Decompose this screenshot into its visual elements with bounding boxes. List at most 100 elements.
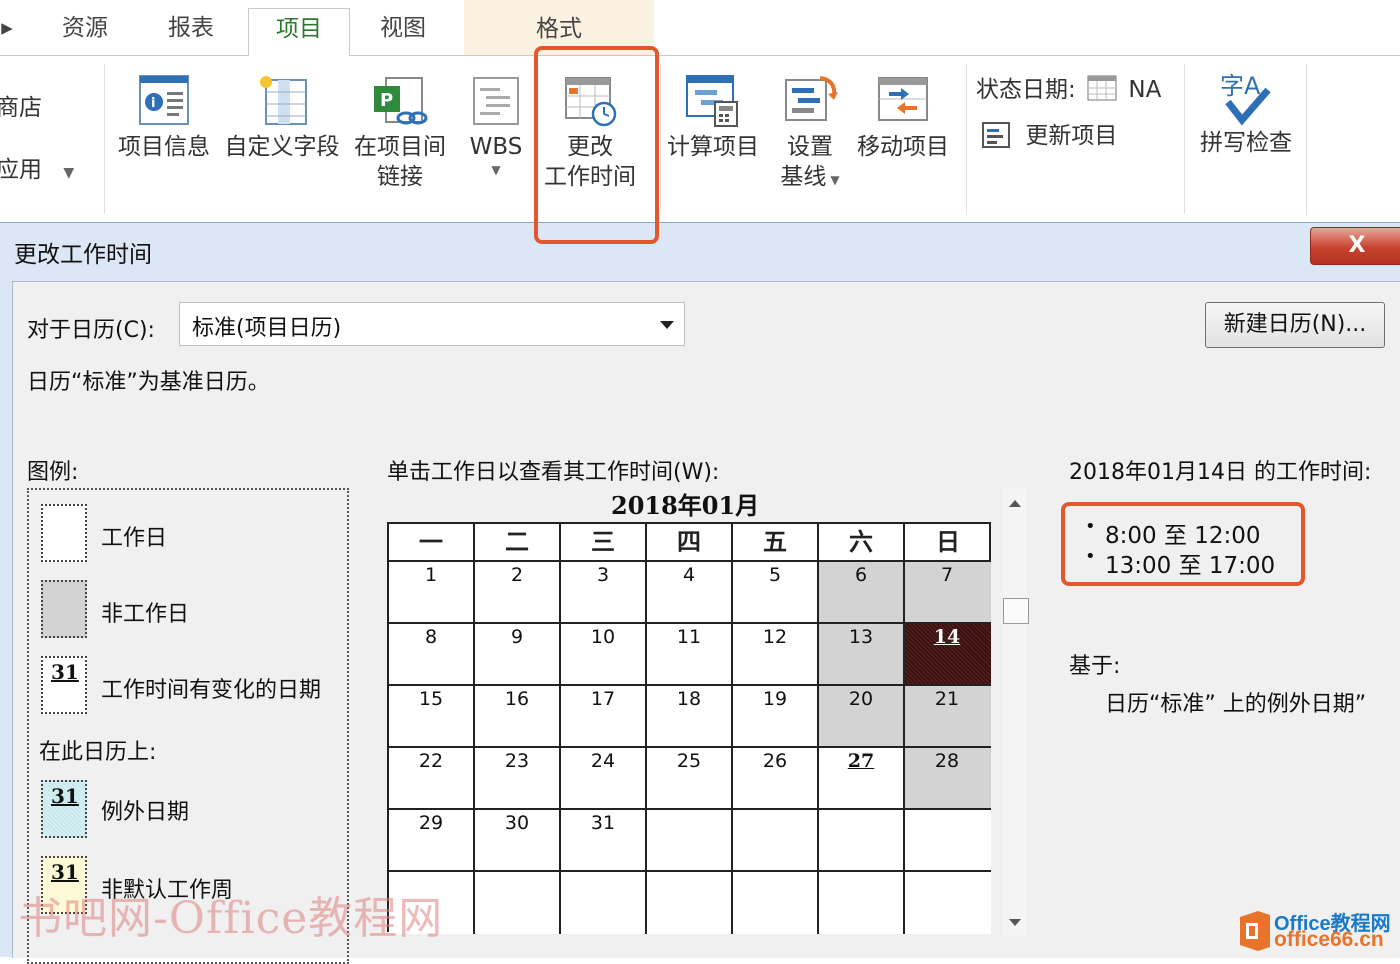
calendar-day-cell[interactable]: 21 <box>905 686 991 748</box>
calendar-day-cell[interactable]: 13 <box>819 624 905 686</box>
based-on-value: 日历“标准” 上的例外日期” <box>1105 692 1367 717</box>
day-number: 2 <box>510 564 524 586</box>
day-number: 6 <box>854 564 868 586</box>
calendar-day-cell[interactable]: 17 <box>561 686 647 748</box>
tab-resource[interactable]: 资源 <box>40 8 130 54</box>
calendar-day-cell[interactable]: 27 <box>819 748 905 810</box>
tab-project[interactable]: 项目 <box>248 8 350 57</box>
calendar-empty-cell <box>733 810 819 872</box>
calendar-day-cell[interactable]: 29 <box>389 810 475 872</box>
spelling-button[interactable]: 字A 拼写检查 <box>1194 68 1298 158</box>
ribbon-tab-bar: ▸ 资源 报表 项目 视图 格式 <box>0 0 1400 57</box>
wbs-label: WBS <box>469 134 523 160</box>
custom-fields-button[interactable]: 自定义字段 <box>220 72 344 162</box>
scroll-down-icon[interactable] <box>1009 919 1021 926</box>
sample-day-number: 31 <box>51 660 79 684</box>
day-number: 18 <box>676 688 702 710</box>
office66-logo: Office教程网 office66.cn <box>1234 905 1400 956</box>
set-baseline-button[interactable]: 设置 基线 ▼ <box>770 72 850 195</box>
working-time-item: 8:00 至 12:00 <box>1085 516 1261 550</box>
store-button[interactable]: 商店 <box>0 88 42 122</box>
update-project-button[interactable]: 更新项目 <box>982 116 1117 150</box>
edited-day-swatch: 31 <box>41 656 87 714</box>
calendar-day-cell[interactable]: 22 <box>389 748 475 810</box>
calendar-day-cell[interactable]: 4 <box>647 562 733 624</box>
calendar-day-cell[interactable]: 6 <box>819 562 905 624</box>
calendar-day-cell[interactable]: 16 <box>475 686 561 748</box>
calendar-day-cell[interactable]: 14 <box>905 624 991 686</box>
calendar-day-cell[interactable]: 2 <box>475 562 561 624</box>
calendar-day-cell[interactable]: 8 <box>389 624 475 686</box>
working-times-list: 8:00 至 12:00 13:00 至 17:00 <box>1061 502 1305 586</box>
svg-text:i: i <box>151 96 155 111</box>
project-info-button[interactable]: i 项目信息 <box>114 72 214 162</box>
calendar-day-cell[interactable]: 5 <box>733 562 819 624</box>
scroll-up-icon[interactable] <box>1009 500 1021 507</box>
calendar-day-cell[interactable]: 7 <box>905 562 991 624</box>
calendar-day-cell[interactable]: 11 <box>647 624 733 686</box>
day-number: 29 <box>418 812 444 834</box>
dialog-body: 对于日历(C): 标准(项目日历) 新建日历(N)... 日历“标准”为基准日历… <box>12 281 1400 964</box>
legend-working: 工作日 <box>101 526 168 551</box>
day-number: 25 <box>676 750 702 772</box>
day-number: 14 <box>933 626 961 648</box>
calendar-day-cell[interactable]: 26 <box>733 748 819 810</box>
tab-partial[interactable]: ▸ <box>0 8 14 54</box>
calendar-day-cell[interactable]: 20 <box>819 686 905 748</box>
tab-view[interactable]: 视图 <box>358 8 448 54</box>
calendar-day-cell[interactable]: 9 <box>475 624 561 686</box>
ribbon-separator <box>104 64 105 214</box>
month-title: 2018年01月 <box>611 491 760 520</box>
calendar-day-cell[interactable]: 18 <box>647 686 733 748</box>
wbs-button[interactable]: WBS ▼ <box>458 72 534 178</box>
calendar-empty-cell <box>819 872 905 934</box>
project-info-label: 项目信息 <box>118 134 210 160</box>
calendar-day-cell[interactable]: 28 <box>905 748 991 810</box>
chevron-down-icon: ▼ <box>63 165 75 181</box>
calendar-day-cell[interactable]: 15 <box>389 686 475 748</box>
tab-report[interactable]: 报表 <box>146 8 236 54</box>
close-button[interactable]: X <box>1310 227 1400 265</box>
calendar-day-cell[interactable]: 30 <box>475 810 561 872</box>
calendar-select[interactable]: 标准(项目日历) <box>179 302 685 346</box>
calendar-day-cell[interactable]: 3 <box>561 562 647 624</box>
status-date-button[interactable]: 状态日期: NA <box>976 70 1161 104</box>
calendar-empty-cell <box>819 810 905 872</box>
calendar-empty-cell <box>905 810 991 872</box>
links-between-projects-button[interactable]: P 在项目间 链接 <box>350 72 450 192</box>
calendar-day-cell[interactable]: 1 <box>389 562 475 624</box>
day-number: 26 <box>762 750 788 772</box>
calendar-day-cell[interactable]: 23 <box>475 748 561 810</box>
weekday-header: 一二三四五六 日 <box>389 524 989 562</box>
store-label: 商店 <box>0 95 42 121</box>
scroll-thumb[interactable] <box>1003 598 1029 624</box>
calendar-scrollbar[interactable] <box>1003 488 1029 936</box>
move-project-icon <box>875 72 931 128</box>
month-calendar[interactable]: 一二三四五六日 1 2 3 4 5 6 7 8 9 10 11 12 13 14 15 16 17 18 19 20 2… <box>387 522 991 934</box>
apps-button[interactable]: 应用 ▼ <box>0 150 74 184</box>
calendar-day-cell[interactable]: 24 <box>561 748 647 810</box>
links-line2: 链接 <box>377 164 423 190</box>
calendar-day-cell[interactable]: 19 <box>733 686 819 748</box>
svg-text:字A: 字A <box>1220 72 1261 100</box>
day-number: 13 <box>848 626 874 648</box>
calendar-day-cell[interactable]: 12 <box>733 624 819 686</box>
status-date-value: NA <box>1128 77 1162 103</box>
baseline-icon <box>782 72 838 128</box>
day-number: 1 <box>424 564 438 586</box>
calendar-day-cell[interactable]: 25 <box>647 748 733 810</box>
dropdown-arrow-icon[interactable] <box>660 321 674 329</box>
new-calendar-button[interactable]: 新建日历(N)... <box>1205 302 1385 348</box>
wbs-icon <box>468 72 524 128</box>
calculate-project-button[interactable]: 计算项目 <box>664 72 762 162</box>
calendar-day-cell[interactable]: 10 <box>561 624 647 686</box>
day-number: 9 <box>510 626 524 648</box>
move-project-button[interactable]: 移动项目 <box>854 72 952 162</box>
day-number: 19 <box>762 688 788 710</box>
set-line1: 设置 <box>787 134 833 160</box>
day-number: 4 <box>682 564 696 586</box>
calendar-day-cell[interactable]: 31 <box>561 810 647 872</box>
day-number: 5 <box>768 564 782 586</box>
move-project-label: 移动项目 <box>857 134 949 160</box>
sample-day-number: 31 <box>51 860 79 884</box>
